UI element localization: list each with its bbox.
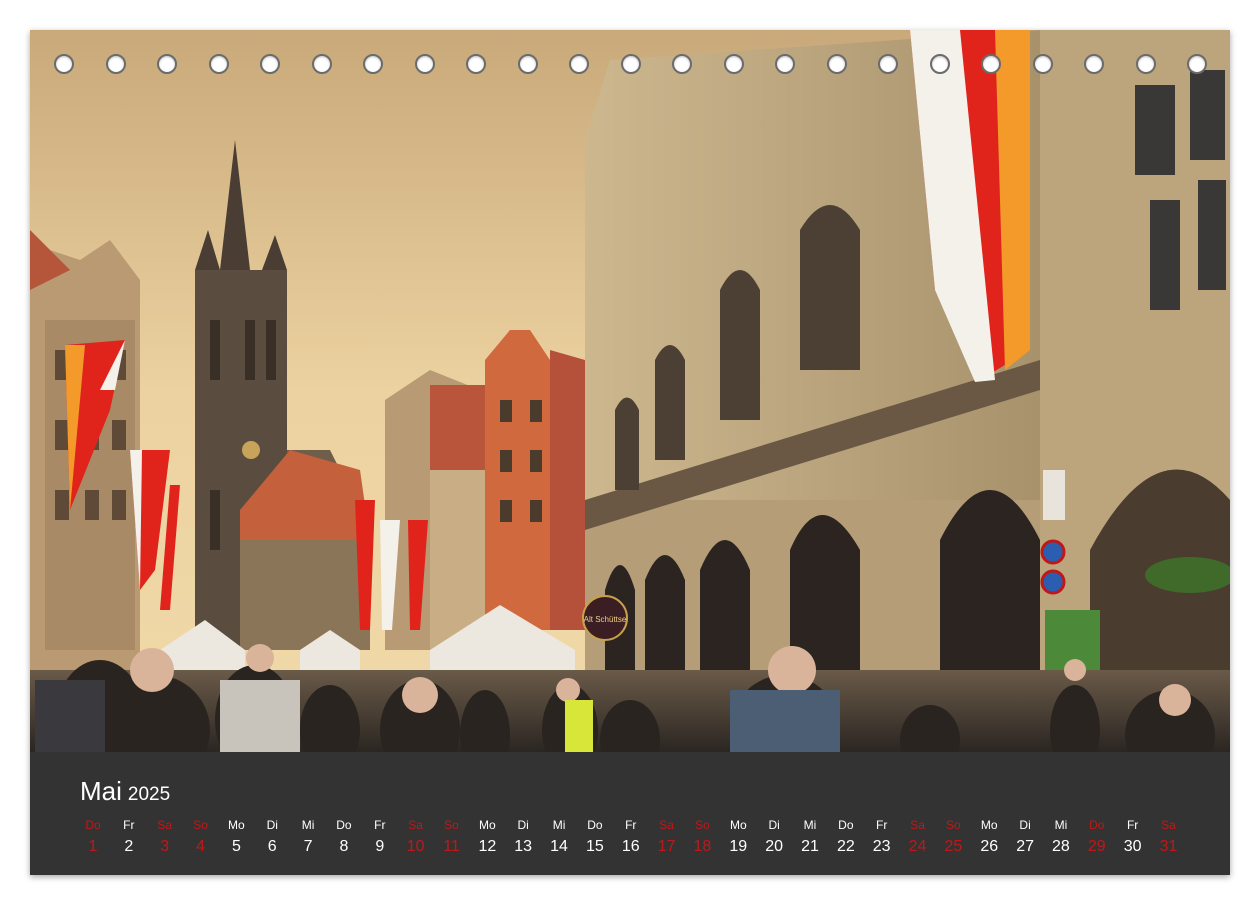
binding-hole [981,54,1001,74]
calendar-strip: Mai 2025 Do 1 Fr 2 Sa 3 So 4 Mo 5 Di 6 Mi 7 Do 8 Fr 9 Sa 10 S… [30,752,1230,875]
weekday-label: Mo [228,818,245,832]
day-number: 31 [1159,838,1178,855]
day-number: 1 [88,838,98,855]
calendar-page: Alt Schüttse Mai 2025 Do 1 Fr 2 Sa 3 So … [30,30,1230,875]
weekday-label: So [946,818,961,832]
weekday-label: So [444,818,459,832]
weekday-label: Di [768,818,780,832]
binding-hole [929,54,950,74]
day-number: 8 [339,838,349,855]
weekday-label: Sa [910,818,925,832]
binding-hole [311,54,332,74]
day-number: 30 [1123,838,1142,855]
weekday-label: Sa [157,818,173,832]
day-number: 15 [585,838,604,855]
weekday-label: Do [587,818,603,832]
day-number: 13 [514,838,533,855]
day-number: 6 [267,838,277,855]
day-number: 14 [550,838,568,855]
binding-hole [672,54,692,74]
weekday-label: Di [266,818,278,832]
weekday-label: Sa [408,818,423,832]
month-label: Mai [80,776,122,806]
binding-hole [414,54,435,74]
day-number: 5 [231,838,241,855]
day-number: 27 [1016,838,1034,855]
binding-holes [30,30,1230,110]
day-number: 25 [944,838,963,855]
binding-hole [1032,54,1053,74]
weekday-label: Do [1089,818,1105,832]
binding-hole [517,54,538,74]
day-number: 4 [196,838,205,855]
binding-hole [363,54,383,74]
binding-hole [775,54,795,74]
weekday-label: Do [336,818,352,832]
calendar-title: Mai 2025 [80,776,170,807]
day-number: 22 [836,838,855,855]
day-number: 21 [801,838,819,855]
binding-hole [1135,54,1156,74]
weekday-label: Sa [659,818,674,832]
calendar-photo: Alt Schüttse [30,30,1230,752]
photo-sign-text: Alt Schüttse [584,615,627,624]
day-number: 12 [478,838,497,855]
binding-hole [878,54,898,74]
binding-hole [260,54,280,74]
weekday-label: So [695,818,710,832]
old-town-street-photo: Alt Schüttse [30,30,1230,752]
weekday-label: Mo [479,818,496,832]
day-number: 3 [160,838,170,855]
binding-hole [54,54,74,74]
binding-hole [569,54,589,74]
weekday-label: Sa [1161,818,1176,832]
weekday-label: Do [838,818,854,832]
day-number: 24 [908,838,927,855]
day-number: 19 [729,838,748,855]
weekday-label: Fr [625,818,637,832]
weekday-label: Fr [1126,818,1139,832]
day-number: 18 [693,838,712,855]
weekday-label: Mo [729,818,747,832]
binding-hole [620,54,641,74]
day-number: 7 [303,838,313,855]
day-number: 17 [657,838,676,855]
day-number: 2 [124,838,134,855]
binding-hole [466,54,486,74]
day-number: 11 [443,838,460,855]
day-number: 29 [1087,838,1106,855]
weekday-label: Di [517,818,529,832]
day-number: 9 [375,838,385,855]
weekday-label: So [193,818,208,832]
weekday-label: Do [85,818,101,832]
weekday-label: Mi [1054,818,1068,832]
binding-hole [1084,54,1104,74]
weekday-label: Di [1019,818,1031,832]
binding-hole [826,54,847,74]
weekday-label: Fr [374,818,386,832]
weekday-label: Fr [876,818,888,832]
day-number: 16 [621,838,640,855]
day-number: 20 [765,838,784,855]
binding-hole [105,54,126,74]
binding-hole [157,54,177,74]
day-number: 23 [872,838,891,855]
weekday-label: Mo [980,818,998,832]
binding-hole [1187,54,1207,74]
binding-hole [723,54,744,74]
weekday-label: Mi [301,818,315,832]
year-label: 2025 [127,784,171,805]
weekday-label: Mi [803,818,817,832]
weekday-label: Mi [552,818,566,832]
day-number: 26 [980,838,999,855]
day-number: 28 [1052,838,1070,855]
day-number: 10 [406,838,425,855]
binding-hole [208,54,229,74]
weekday-label: Fr [123,818,135,832]
